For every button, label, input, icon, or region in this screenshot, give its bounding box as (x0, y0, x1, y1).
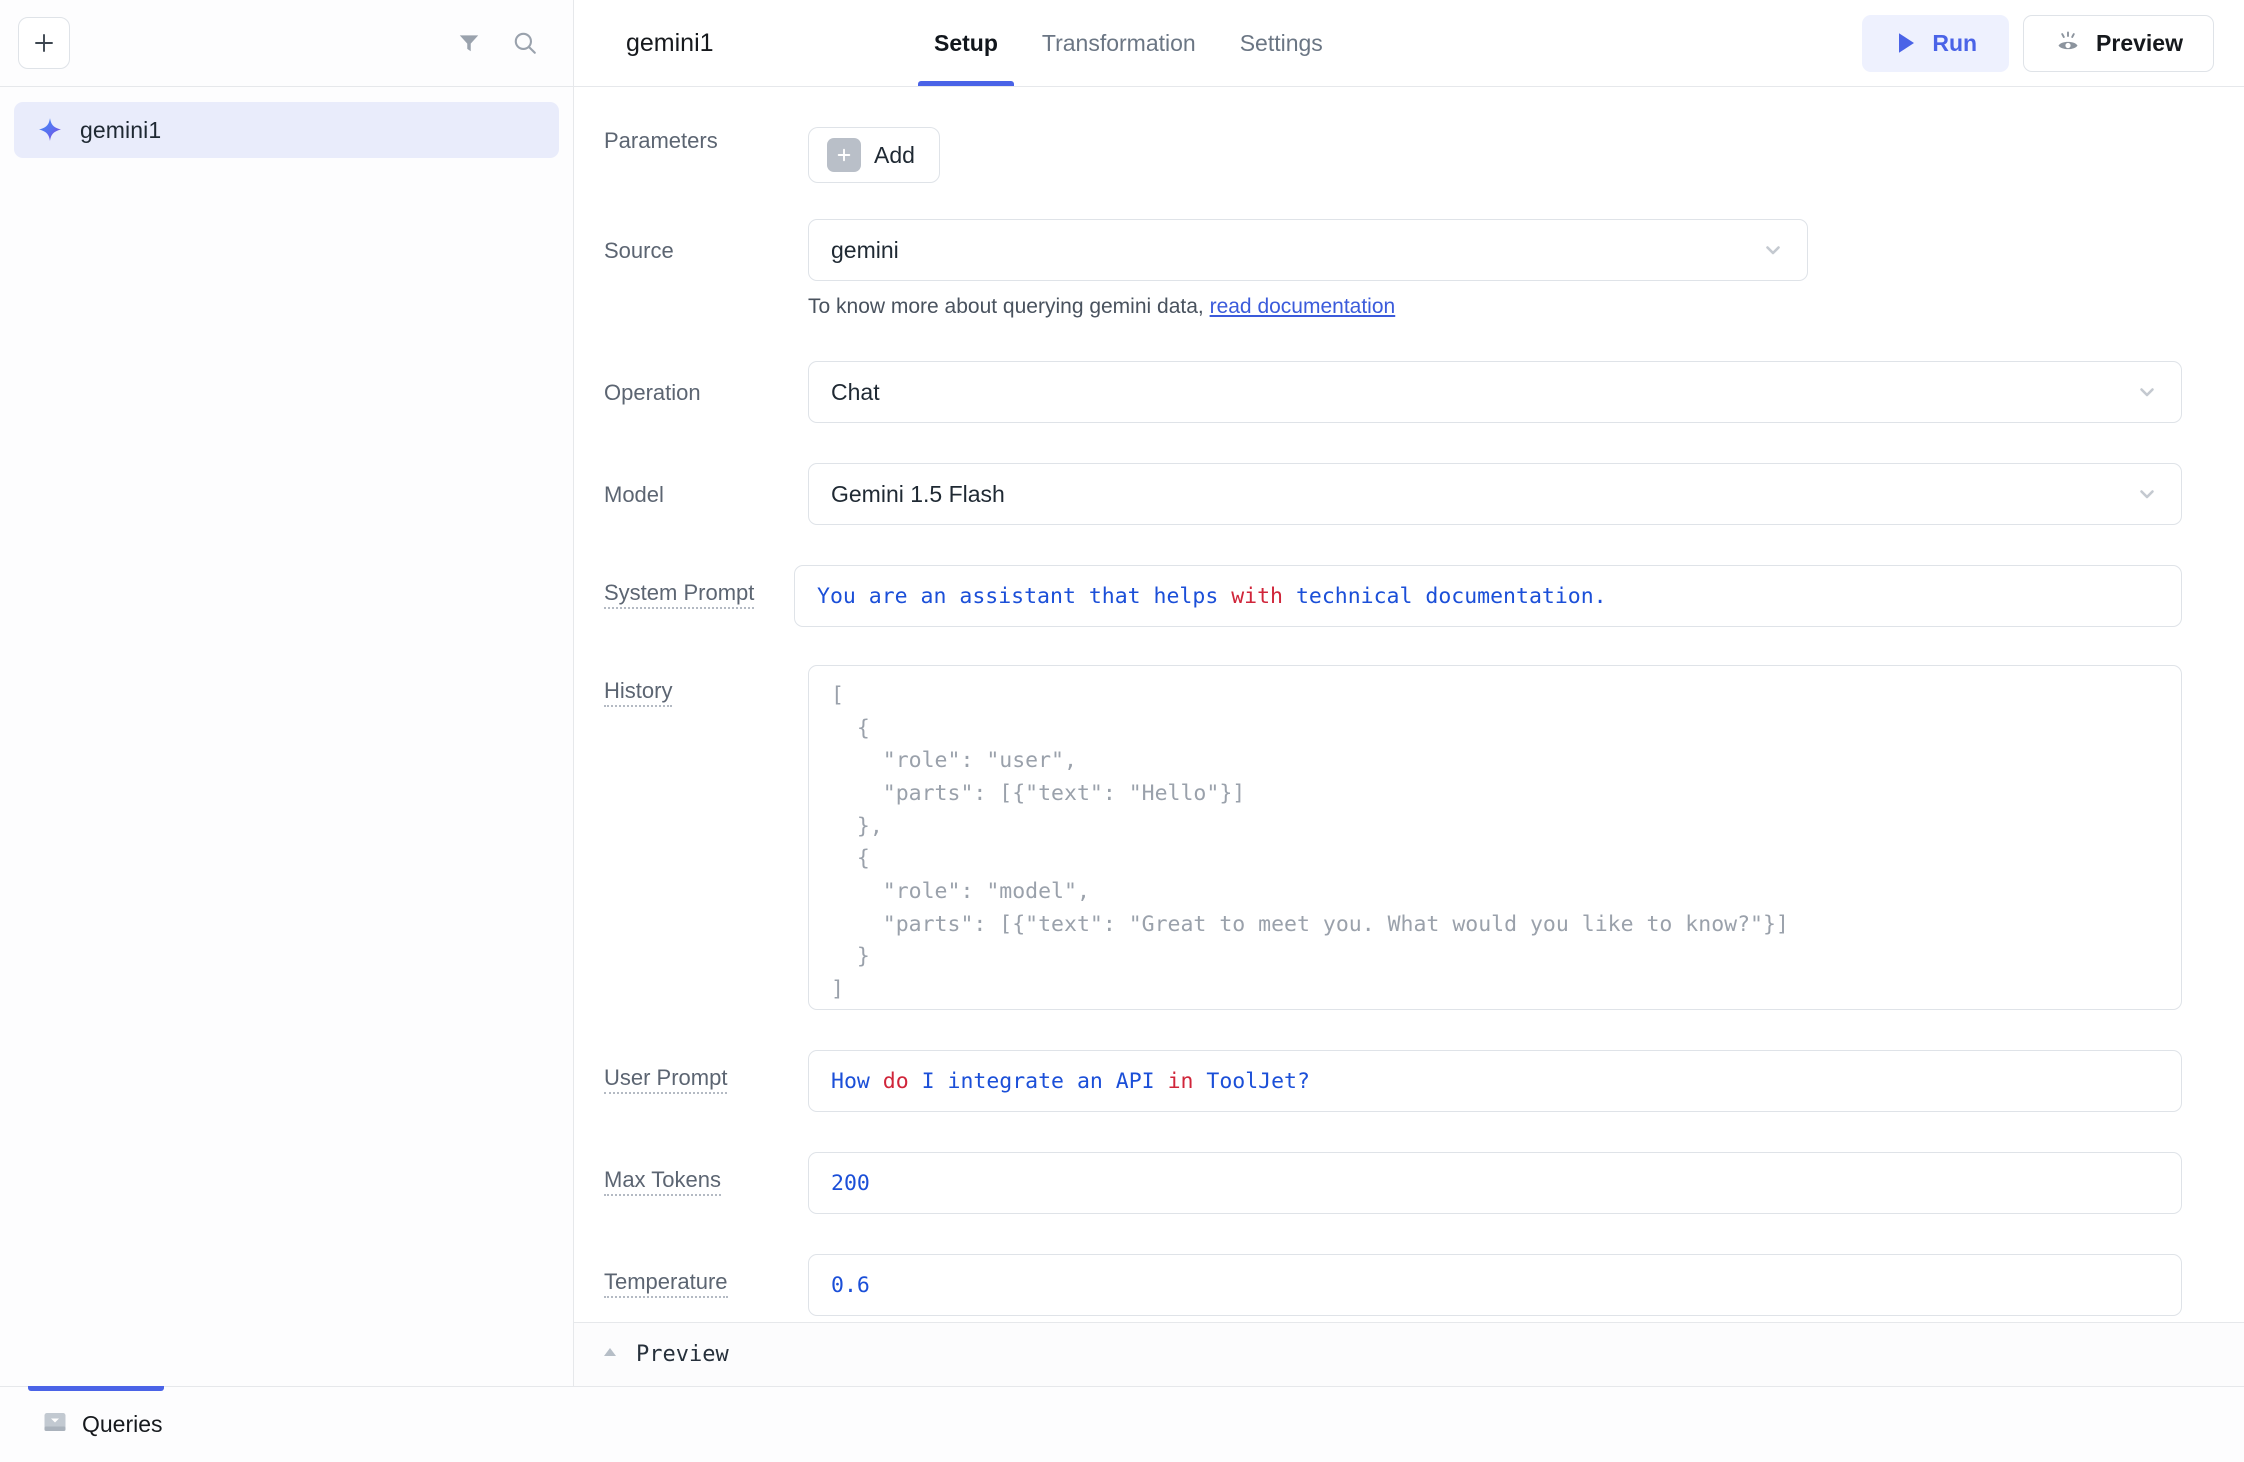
plus-square-icon (827, 138, 861, 172)
chevron-down-icon (2135, 380, 2159, 404)
row-operation: Operation Chat (574, 361, 2182, 423)
footer-tab-queries[interactable]: Queries (42, 1387, 163, 1462)
filter-queries-button[interactable] (446, 20, 492, 66)
user-prompt-seg1: How (831, 1069, 883, 1094)
editor-body: gemini1 gemini1 Setup Transformation Set… (0, 0, 2244, 1386)
user-prompt-label: User Prompt (574, 1050, 808, 1092)
row-model: Model Gemini 1.5 Flash (574, 463, 2182, 525)
temperature-label: Temperature (574, 1254, 808, 1296)
operation-select[interactable]: Chat (808, 361, 2182, 423)
system-prompt-seg1: You are an assistant that helps (817, 584, 1231, 609)
max-tokens-field: 200 (808, 1152, 2182, 1214)
parameters-label: Parameters (574, 127, 808, 155)
max-tokens-label: Max Tokens (574, 1152, 808, 1194)
temperature-input[interactable]: 0.6 (808, 1254, 2182, 1316)
row-source: Source gemini To know more a (574, 219, 2182, 319)
source-field: gemini To know more about querying gemin… (808, 219, 2182, 319)
user-prompt-keyword-2: in (1168, 1069, 1194, 1094)
run-button[interactable]: Run (1862, 15, 2009, 72)
system-prompt-field: You are an assistant that helps with tec… (794, 565, 2182, 627)
gemini-sparkle-icon (36, 116, 66, 144)
footer-tab-queries-label: Queries (82, 1411, 163, 1438)
eye-icon (2054, 30, 2082, 56)
source-select[interactable]: gemini (808, 219, 1808, 281)
preview-button[interactable]: Preview (2023, 15, 2214, 72)
read-documentation-link[interactable]: read documentation (1210, 295, 1396, 318)
temperature-field: 0.6 (808, 1254, 2182, 1316)
preview-button-label: Preview (2096, 30, 2183, 57)
preview-panel-label: Preview (636, 1342, 729, 1367)
row-parameters: Parameters Add (574, 127, 2182, 183)
user-prompt-keyword-1: do (883, 1069, 909, 1094)
query-editor-app: gemini1 gemini1 Setup Transformation Set… (0, 0, 2244, 1462)
history-label: History (574, 665, 808, 705)
model-select-value: Gemini 1.5 Flash (831, 481, 1005, 508)
system-prompt-input[interactable]: You are an assistant that helps with tec… (794, 565, 2182, 627)
model-label: Model (574, 463, 808, 509)
source-help-text: To know more about querying gemini data,… (808, 295, 2182, 319)
query-main-panel: gemini1 Setup Transformation Settings (574, 0, 2244, 1386)
panel-collapse-icon (42, 1409, 68, 1440)
tab-settings-label: Settings (1240, 30, 1323, 57)
tab-transformation-label: Transformation (1042, 30, 1196, 57)
user-prompt-seg3: ToolJet? (1193, 1069, 1310, 1094)
source-label: Source (574, 219, 808, 265)
tab-transformation[interactable]: Transformation (1020, 0, 1218, 86)
queries-sidebar: gemini1 (0, 0, 574, 1386)
user-prompt-seg2: I integrate an API (909, 1069, 1168, 1094)
history-field: [ { "role": "user", "parts": [{"text": "… (808, 665, 2182, 1010)
row-system-prompt: System Prompt You are an assistant that … (574, 565, 2182, 627)
filter-icon (456, 30, 482, 56)
preview-panel-toggle[interactable]: Preview (574, 1322, 2244, 1386)
parameters-field: Add (808, 127, 2182, 183)
row-user-prompt: User Prompt How do I integrate an API in… (574, 1050, 2182, 1112)
editor-tabs: Setup Transformation Settings (912, 0, 1345, 86)
query-list-item-label: gemini1 (80, 117, 161, 144)
add-parameter-label: Add (874, 142, 915, 169)
user-prompt-field: How do I integrate an API in ToolJet? (808, 1050, 2182, 1112)
operation-field: Chat (808, 361, 2182, 423)
bottom-bar: Queries (0, 1386, 2244, 1462)
plus-icon (31, 30, 57, 56)
add-query-button[interactable] (18, 17, 70, 69)
row-history: History [ { "role": "user", "parts": [{"… (574, 665, 2182, 1010)
chevron-down-icon (2135, 482, 2159, 506)
model-select[interactable]: Gemini 1.5 Flash (808, 463, 2182, 525)
system-prompt-seg2: technical documentation. (1283, 584, 1607, 609)
setup-form: Parameters Add (574, 87, 2244, 1322)
header-actions: Run Preview (1862, 0, 2244, 86)
tab-setup[interactable]: Setup (912, 0, 1020, 86)
source-select-value: gemini (831, 237, 899, 264)
chevron-down-icon (1761, 238, 1785, 262)
user-prompt-input[interactable]: How do I integrate an API in ToolJet? (808, 1050, 2182, 1112)
row-temperature: Temperature 0.6 (574, 1254, 2182, 1316)
operation-select-value: Chat (831, 379, 880, 406)
model-field: Gemini 1.5 Flash (808, 463, 2182, 525)
run-button-label: Run (1932, 30, 1977, 57)
history-input[interactable]: [ { "role": "user", "parts": [{"text": "… (808, 665, 2182, 1010)
system-prompt-keyword: with (1231, 584, 1283, 609)
search-queries-button[interactable] (502, 20, 548, 66)
triangle-up-icon (600, 1344, 620, 1365)
play-icon (1894, 30, 1918, 56)
row-max-tokens: Max Tokens 200 (574, 1152, 2182, 1214)
search-icon (511, 29, 539, 57)
tab-setup-label: Setup (934, 30, 998, 57)
system-prompt-label: System Prompt (574, 565, 794, 607)
query-list: gemini1 (0, 87, 573, 1386)
tab-settings[interactable]: Settings (1218, 0, 1345, 86)
main-header: gemini1 Setup Transformation Settings (574, 0, 2244, 87)
query-list-item-gemini1[interactable]: gemini1 (14, 102, 559, 158)
operation-label: Operation (574, 361, 808, 407)
add-parameter-button[interactable]: Add (808, 127, 940, 183)
max-tokens-input[interactable]: 200 (808, 1152, 2182, 1214)
page-title: gemini1 (574, 0, 894, 86)
sidebar-toolbar (0, 0, 573, 87)
source-help-prefix: To know more about querying gemini data, (808, 295, 1210, 318)
